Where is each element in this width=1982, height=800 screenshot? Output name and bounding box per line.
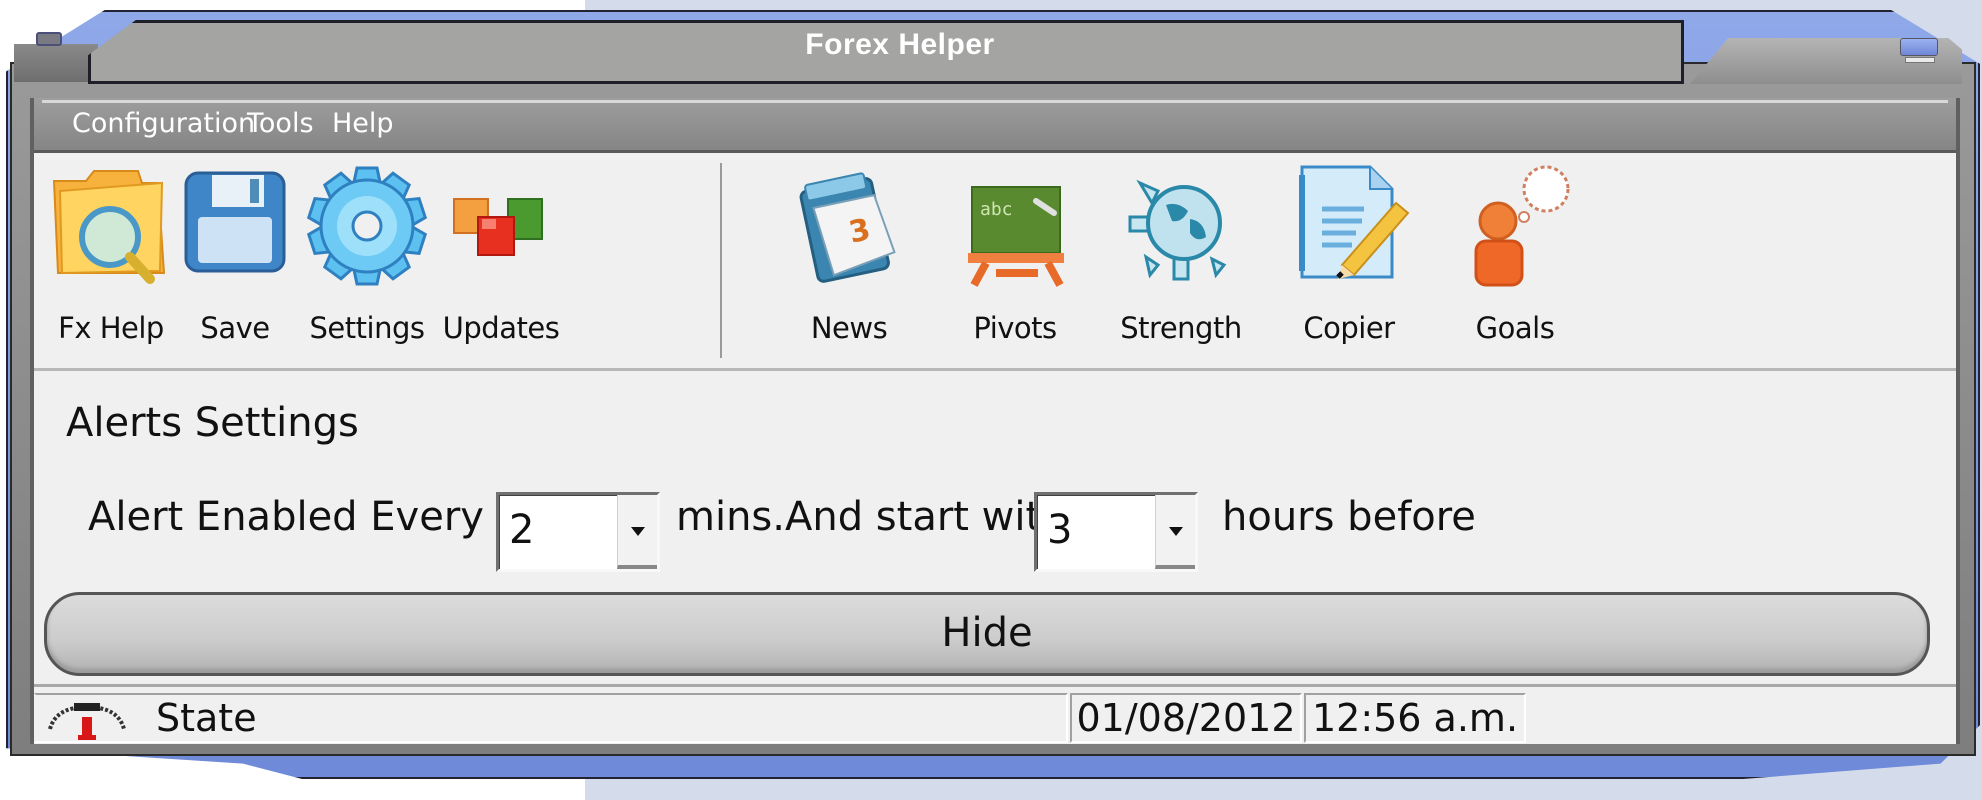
floppy-disk-icon [184,171,286,273]
copier-label: Copier [1303,311,1395,345]
gear-icon [306,166,428,286]
status-state-text: State [156,696,257,740]
minutes-dropdown[interactable]: 2 [496,492,660,572]
menu-bar: Configuration Tools Help [34,98,1956,153]
status-state-panel: State [34,693,1068,743]
telephone-icon [48,703,126,740]
pivots-button[interactable]: abc Pivots [940,161,1090,361]
hours-value: 3 [1047,507,1073,553]
strength-label: Strength [1120,311,1242,345]
updates-label: Updates [442,311,560,345]
menu-tools[interactable]: Tools [247,108,314,139]
chalkboard-icon: abc [968,186,1064,287]
blocks-icon [453,198,543,256]
menu-help[interactable]: Help [332,108,394,139]
folder-search-icon [52,170,166,284]
news-label: News [810,311,888,345]
chevron-down-icon[interactable] [617,495,657,569]
status-date: 01/08/2012 [1070,693,1302,743]
news-button[interactable]: 3 News [774,161,924,361]
menu-configuration[interactable]: Configuration [72,108,255,139]
document-pencil-icon [1299,165,1410,279]
globe-gear-icon [1128,179,1227,281]
start-with-label: mins.And start with [676,494,1067,540]
strength-button[interactable]: Strength [1106,161,1256,361]
pivots-label: Pivots [973,311,1057,345]
goals-label: Goals [1475,311,1555,345]
chevron-down-icon[interactable] [1155,495,1195,569]
hide-button[interactable]: Hide [44,592,1930,676]
window-title: Forex Helper [805,28,995,61]
status-bar: State 01/08/2012 12:56 a.m. [34,684,1956,743]
goals-button[interactable]: Goals [1440,161,1590,361]
alerts-settings-heading: Alerts Settings [66,400,359,446]
person-thought-icon [1474,165,1570,287]
minimize-button[interactable] [1900,38,1938,63]
hours-dropdown[interactable]: 3 [1034,492,1198,572]
calendar-icon: 3 [799,172,896,283]
alert-every-label: Alert Enabled Every [88,494,484,540]
hours-before-label: hours before [1222,494,1476,540]
toolbar: Fx Help Save Settings Updates 3 News abc… [34,153,1956,371]
status-time: 12:56 a.m. [1304,693,1526,743]
copier-button[interactable]: Copier [1274,161,1424,361]
minutes-value: 2 [509,507,535,553]
updates-button[interactable]: Updates [426,161,576,361]
svg-text:abc: abc [980,199,1013,220]
client-area: Configuration Tools Help Fx Help Save Se… [30,98,1960,744]
toolbar-separator [720,163,722,358]
